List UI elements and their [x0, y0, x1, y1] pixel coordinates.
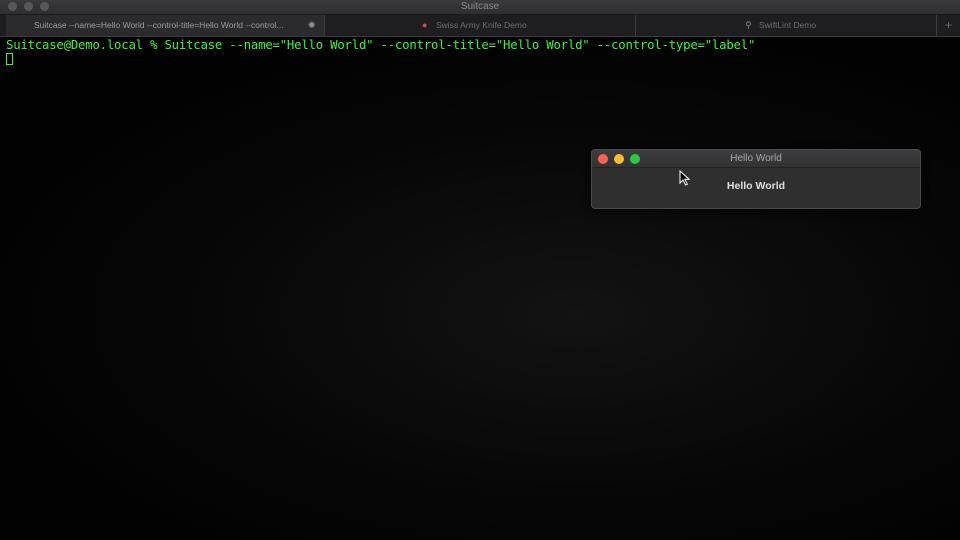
tab-label: Suitcase --name=Hello World --control-ti… — [34, 20, 284, 30]
hello-world-label: Hello World — [726, 180, 786, 192]
record-dot-icon: ● — [422, 20, 428, 30]
terminal-command-line: Suitcase@Demo.local % Suitcase --name="H… — [6, 38, 756, 52]
new-tab-button[interactable]: + — [937, 15, 960, 36]
window-title: Suitcase — [460, 1, 500, 12]
terminal-titlebar: Suitcase — [0, 0, 960, 15]
microscope-icon: ⚲ — [745, 20, 752, 30]
tab-bar: Suitcase --name=Hello World --control-ti… — [0, 15, 960, 37]
tab-suitcase[interactable]: Suitcase --name=Hello World --control-ti… — [6, 15, 325, 36]
hello-world-window[interactable]: Hello World Hello World — [591, 149, 921, 209]
hello-world-titlebar[interactable]: Hello World — [592, 150, 920, 168]
hello-world-window-title: Hello World — [730, 153, 782, 164]
tab-swiss-army-knife-demo[interactable]: ● Swiss Army Knife Demo — [325, 15, 636, 36]
terminal-view[interactable]: Suitcase@Demo.local % Suitcase --name="H… — [0, 37, 960, 540]
tab-swiftlint-demo[interactable]: ⚲ SwiftLint Demo — [636, 15, 937, 36]
mouse-pointer-icon — [679, 170, 690, 186]
tab-label: Swiss Army Knife Demo — [436, 20, 527, 30]
terminal-cursor — [6, 53, 13, 65]
spinner-icon: ✺ — [308, 20, 316, 30]
tab-label: SwiftLint Demo — [759, 20, 817, 30]
